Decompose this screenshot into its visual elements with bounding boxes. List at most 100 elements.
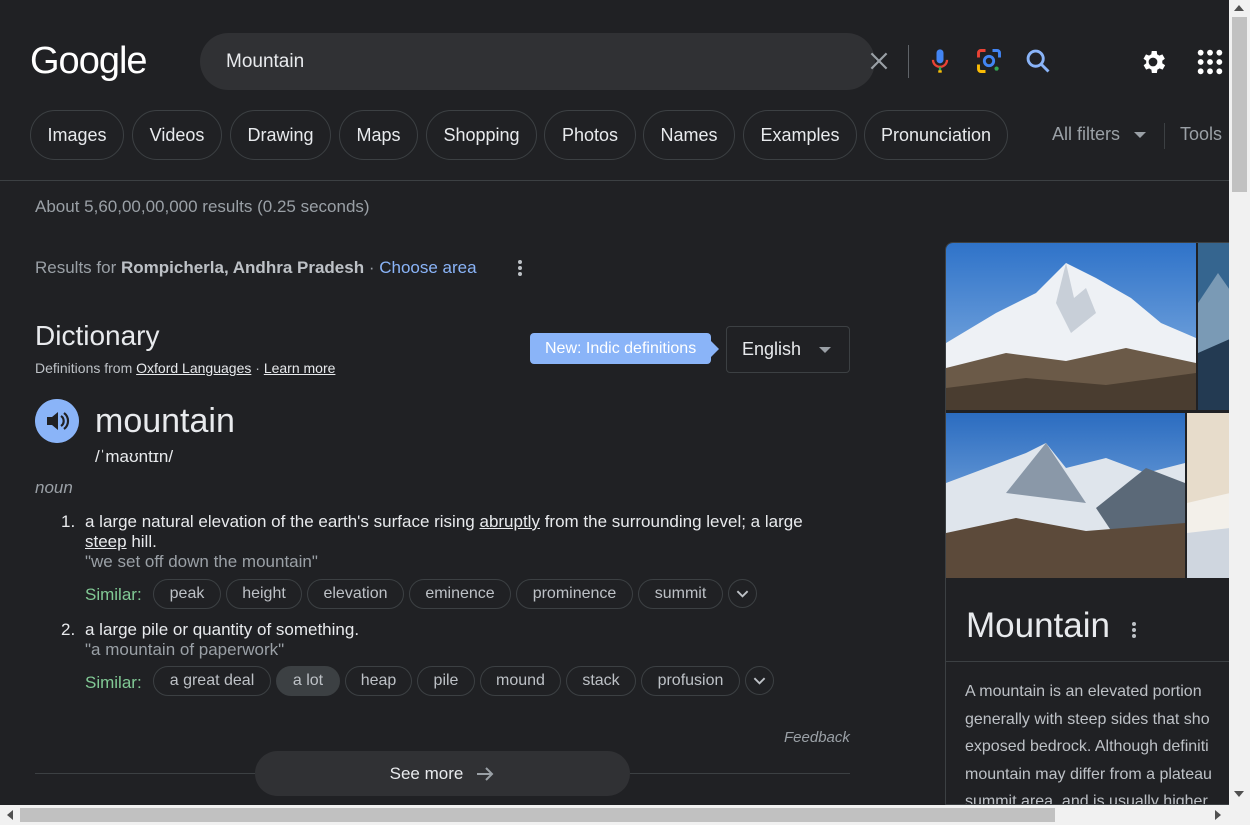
scroll-up-icon[interactable] bbox=[1234, 5, 1244, 11]
gear-icon[interactable] bbox=[1138, 47, 1168, 77]
mountain-image[interactable] bbox=[946, 413, 1185, 578]
chip-names[interactable]: Names bbox=[643, 110, 735, 160]
definition-example: "we set off down the mountain" bbox=[85, 552, 318, 571]
horizontal-scroll-thumb[interactable] bbox=[20, 808, 1055, 822]
search-box[interactable]: Mountain bbox=[200, 33, 1050, 90]
chip-photos[interactable]: Photos bbox=[544, 110, 636, 160]
synonym-chip[interactable]: stack bbox=[566, 666, 636, 696]
vertical-scroll-thumb[interactable] bbox=[1232, 17, 1247, 192]
synonym-chip[interactable]: heap bbox=[345, 666, 412, 696]
tools-button[interactable]: Tools bbox=[1180, 124, 1222, 145]
location-prefix: Results for bbox=[35, 258, 117, 277]
similar-label: Similar: bbox=[85, 585, 142, 604]
synonym-chip[interactable]: prominence bbox=[516, 579, 633, 609]
similar-label: Similar: bbox=[85, 673, 142, 692]
oxford-link[interactable]: Oxford Languages bbox=[136, 360, 251, 376]
chip-shopping[interactable]: Shopping bbox=[426, 110, 537, 160]
scroll-left-icon[interactable] bbox=[7, 810, 13, 820]
mountain-image[interactable] bbox=[1198, 243, 1229, 410]
result-stats: About 5,60,00,00,000 results (0.25 secon… bbox=[35, 197, 370, 216]
expand-synonyms-icon[interactable] bbox=[728, 579, 757, 608]
definition-example: "a mountain of paperwork" bbox=[85, 640, 285, 659]
location-line: Results for Rompicherla, Andhra Pradesh … bbox=[35, 258, 477, 278]
chevron-down-icon bbox=[1134, 131, 1147, 138]
chevron-down-icon bbox=[819, 347, 831, 353]
filters-divider bbox=[1164, 123, 1165, 149]
mountain-image[interactable] bbox=[1187, 413, 1229, 578]
chip-pronunciation[interactable]: Pronunciation bbox=[864, 110, 1008, 160]
microphone-icon[interactable] bbox=[926, 47, 954, 75]
synonym-chip[interactable]: mound bbox=[480, 666, 561, 696]
steep-link[interactable]: steep bbox=[85, 532, 127, 551]
header-divider bbox=[0, 180, 1229, 181]
knowledge-panel-description: A mountain is an elevated portion genera… bbox=[965, 678, 1229, 805]
language-value: English bbox=[742, 339, 802, 359]
def-text-part: hill. bbox=[126, 532, 157, 551]
chip-videos[interactable]: Videos bbox=[132, 110, 222, 160]
choose-area-link[interactable]: Choose area bbox=[379, 258, 476, 277]
chip-images[interactable]: Images bbox=[30, 110, 124, 160]
more-vert-icon[interactable] bbox=[517, 258, 523, 278]
speaker-icon[interactable] bbox=[35, 399, 79, 443]
chip-maps[interactable]: Maps bbox=[339, 110, 418, 160]
source-prefix: Definitions from bbox=[35, 360, 133, 376]
horizontal-scrollbar[interactable] bbox=[0, 805, 1250, 825]
description-line: mountain may differ from a plateau bbox=[965, 765, 1212, 783]
definition-text: a large natural elevation of the earth's… bbox=[85, 512, 845, 552]
new-indic-badge: New: Indic definitions bbox=[530, 333, 720, 364]
language-select[interactable]: English bbox=[726, 326, 850, 373]
description-line: generally with steep sides that sho bbox=[965, 710, 1210, 728]
synonym-chip[interactable]: profusion bbox=[641, 666, 740, 696]
def-text-part: from the surrounding level; a large bbox=[539, 512, 803, 531]
definition-number: 1. bbox=[61, 512, 76, 531]
dictionary-title: Dictionary bbox=[35, 320, 160, 351]
mountain-image[interactable] bbox=[946, 243, 1196, 410]
search-input[interactable]: Mountain bbox=[226, 51, 304, 73]
abruptly-link[interactable]: abruptly bbox=[479, 512, 539, 531]
source-separator: · bbox=[255, 360, 260, 376]
synonym-chip[interactable]: peak bbox=[153, 579, 221, 609]
chip-examples[interactable]: Examples bbox=[743, 110, 857, 160]
part-of-speech: noun bbox=[35, 478, 73, 497]
learn-more-link[interactable]: Learn more bbox=[264, 360, 336, 376]
synonym-chip[interactable]: elevation bbox=[307, 579, 404, 609]
definition-text: a large pile or quantity of something. bbox=[85, 620, 360, 639]
knowledge-panel-divider bbox=[946, 661, 1229, 662]
scroll-right-icon[interactable] bbox=[1215, 810, 1221, 820]
synonym-chip[interactable]: a lot bbox=[276, 666, 340, 696]
see-more-label: See more bbox=[389, 763, 464, 783]
definition-number: 2. bbox=[61, 620, 76, 639]
synonym-chip[interactable]: eminence bbox=[409, 579, 511, 609]
lens-icon[interactable] bbox=[975, 47, 1003, 75]
synonym-chip[interactable]: pile bbox=[417, 666, 475, 696]
arrow-right-icon bbox=[477, 766, 494, 781]
chip-drawing[interactable]: Drawing bbox=[230, 110, 331, 160]
all-filters-label: All filters bbox=[1052, 124, 1121, 144]
dictionary-source: Definitions from Oxford Languages · Lear… bbox=[35, 360, 335, 376]
search-icon[interactable] bbox=[1024, 47, 1052, 75]
clear-icon[interactable] bbox=[866, 48, 892, 74]
description-line: A mountain is an elevated portion bbox=[965, 683, 1202, 700]
headword: mountain bbox=[95, 402, 235, 440]
phonetic: /ˈmaʊntɪn/ bbox=[95, 447, 174, 466]
all-filters-button[interactable]: All filters bbox=[1052, 124, 1147, 145]
knowledge-panel-title: Mountain bbox=[966, 606, 1110, 645]
location-place: Rompicherla, Andhra Pradesh bbox=[120, 258, 365, 277]
synonym-chip[interactable]: height bbox=[226, 579, 302, 609]
scroll-down-icon[interactable] bbox=[1234, 791, 1244, 797]
more-vert-icon[interactable] bbox=[1131, 620, 1137, 640]
knowledge-panel: Mountain A mountain is an elevated porti… bbox=[945, 242, 1229, 805]
see-more-button[interactable]: See more bbox=[255, 751, 630, 796]
search-divider bbox=[908, 45, 909, 78]
apps-grid-icon[interactable] bbox=[1196, 48, 1224, 76]
description-line: summit area, and is usually higher bbox=[965, 793, 1208, 805]
def-text-part: a large natural elevation of the earth's… bbox=[85, 512, 480, 531]
description-line: exposed bedrock. Although definiti bbox=[965, 738, 1209, 755]
synonym-chip[interactable]: summit bbox=[638, 579, 723, 609]
synonym-chip[interactable]: a great deal bbox=[153, 666, 271, 696]
feedback-link[interactable]: Feedback bbox=[784, 729, 850, 746]
location-separator: · bbox=[368, 258, 375, 277]
vertical-scrollbar[interactable] bbox=[1229, 0, 1250, 805]
expand-synonyms-icon[interactable] bbox=[745, 666, 774, 695]
google-logo[interactable]: Google bbox=[30, 40, 148, 83]
